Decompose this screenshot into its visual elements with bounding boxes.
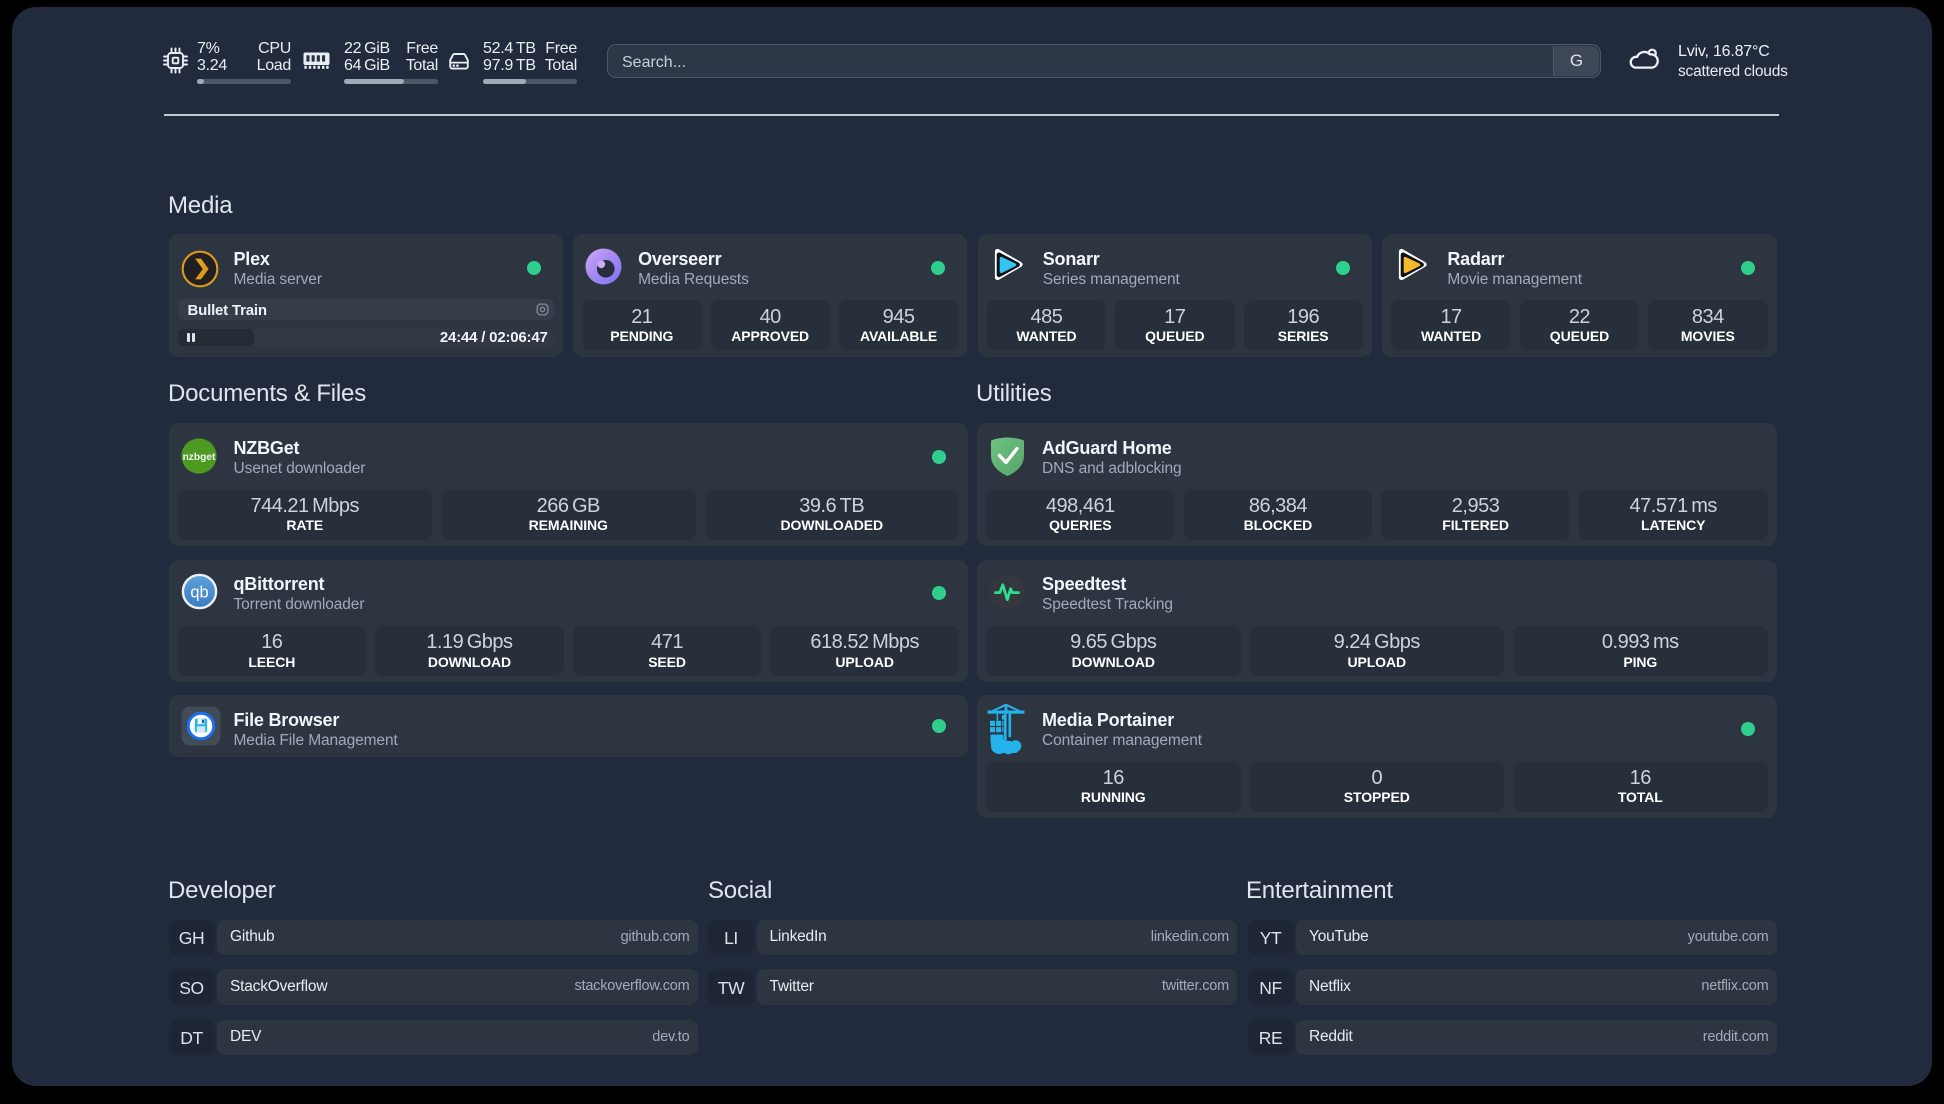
svg-text:qb: qb [190, 583, 208, 601]
svg-text:nzbget: nzbget [182, 452, 215, 463]
